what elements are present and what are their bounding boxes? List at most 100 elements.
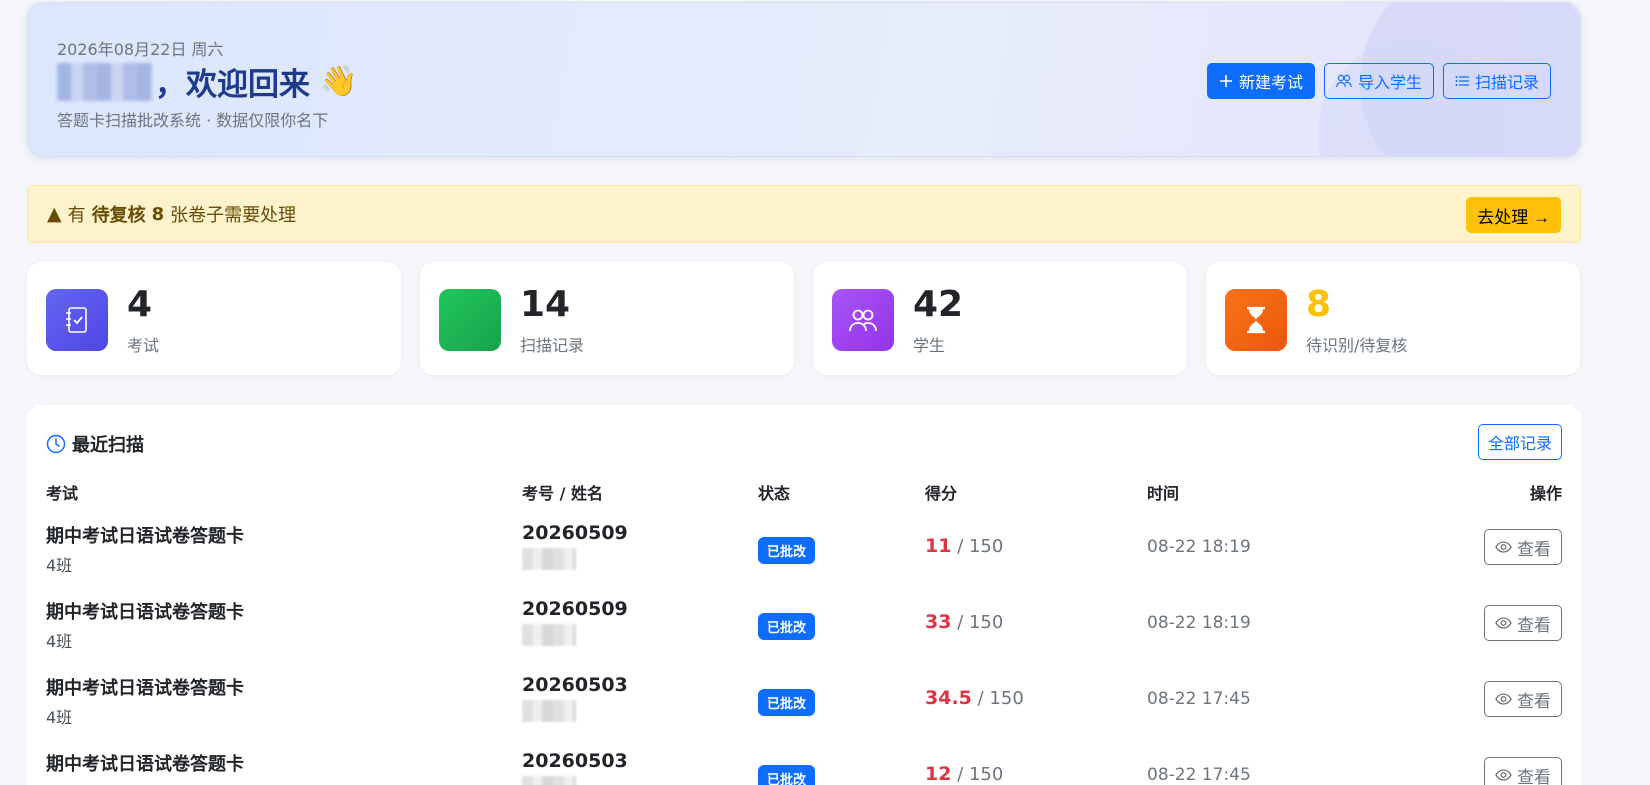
stat-value: 8 xyxy=(1306,284,1332,325)
view-button[interactable]: 查看 xyxy=(1484,681,1562,717)
score-value: 11 xyxy=(925,535,952,557)
pending-review-alert: ▲ 有 待复核 8 张卷子需要处理 去处理 → xyxy=(27,185,1581,243)
eye-icon xyxy=(1495,693,1512,705)
student-id: 20260503 xyxy=(522,674,628,696)
stat-label: 学生 xyxy=(913,336,946,355)
score: 12 / 150 xyxy=(925,763,1003,785)
recent-scans-title: 最近扫描 xyxy=(72,435,144,456)
score: 11 / 150 xyxy=(925,535,1003,557)
stat-card-pending[interactable]: 8 待识别/待复核 xyxy=(1206,262,1580,375)
list-icon xyxy=(1455,76,1469,86)
column-header-student: 考号 / 姓名 xyxy=(522,484,603,503)
table-row[interactable]: 期中考试日语试卷答题卡 4班 20260503 已批改 34.5 / 150 0… xyxy=(27,667,1581,743)
greeting-text: ，欢迎回来 xyxy=(155,67,310,103)
student-id: 20260509 xyxy=(522,522,628,544)
view-label: 查看 xyxy=(1517,767,1551,785)
student-id: 20260503 xyxy=(522,750,628,772)
status-badge: 已批改 xyxy=(758,689,816,716)
scan-icon xyxy=(439,289,501,351)
scan-time: 08-22 18:19 xyxy=(1147,613,1251,633)
scan-records-button[interactable]: 扫描记录 xyxy=(1442,63,1551,99)
warning-triangle-icon: ▲ xyxy=(47,203,62,225)
wave-emoji: 👋 xyxy=(320,64,358,99)
hourglass-icon xyxy=(1225,289,1287,351)
student-name-redacted xyxy=(522,624,576,646)
score: 33 / 150 xyxy=(925,611,1003,633)
welcome-subtitle: 答题卡扫描批改系统 · 数据仅限你名下 xyxy=(57,111,329,130)
column-header-score: 得分 xyxy=(925,484,958,503)
view-label: 查看 xyxy=(1517,691,1551,711)
stat-label: 待识别/待复核 xyxy=(1306,336,1408,355)
scan-time: 08-22 17:45 xyxy=(1147,765,1251,785)
status-badge: 已批改 xyxy=(758,765,816,785)
column-header-action: 操作 xyxy=(1529,484,1562,503)
stat-card-exams[interactable]: 4 考试 xyxy=(27,262,401,375)
alert-count: 8 xyxy=(151,203,165,225)
alert-prefix: 有 xyxy=(67,205,86,226)
exam-name: 期中考试日语试卷答题卡 xyxy=(46,526,244,547)
stat-card-students[interactable]: 42 学生 xyxy=(813,262,1187,375)
exam-class: 4班 xyxy=(46,556,73,575)
current-date: 2026年08月22日 周六 xyxy=(57,40,224,59)
plus-icon xyxy=(1219,75,1232,87)
people-icon xyxy=(1336,74,1352,88)
people-icon xyxy=(832,289,894,351)
welcome-title: ，欢迎回来 👋 xyxy=(57,59,357,104)
student-name-redacted xyxy=(522,700,576,722)
dashboard: 2026年08月22日 周六 ，欢迎回来 👋 答题卡扫描批改系统 · 数据仅限你… xyxy=(27,0,1581,785)
score-value: 12 xyxy=(925,763,952,785)
scan-time: 08-22 17:45 xyxy=(1147,689,1251,709)
view-button[interactable]: 查看 xyxy=(1484,529,1562,565)
handle-button[interactable]: 去处理 → xyxy=(1466,197,1561,233)
score-value: 34.5 xyxy=(925,687,972,709)
table-row[interactable]: 期中考试日语试卷答题卡 4班 20260509 已批改 33 / 150 08-… xyxy=(27,591,1581,667)
score-total: / 150 xyxy=(977,688,1024,709)
table-row[interactable]: 期中考试日语试卷答题卡 4班 20260503 已批改 12 / 150 08-… xyxy=(27,743,1581,785)
stat-card-scans[interactable]: 14 扫描记录 xyxy=(420,262,794,375)
stat-value: 42 xyxy=(913,284,964,325)
journal-check-icon xyxy=(46,289,108,351)
recent-scans-header: 最近扫描 xyxy=(46,431,144,457)
exam-class: 4班 xyxy=(46,780,244,785)
eye-icon xyxy=(1495,617,1512,629)
exam-name: 期中考试日语试卷答题卡 xyxy=(46,678,244,699)
alert-status: 待复核 xyxy=(91,205,146,226)
column-header-status: 状态 xyxy=(758,484,791,503)
exam-name: 期中考试日语试卷答题卡 xyxy=(46,754,244,775)
student-name-redacted xyxy=(522,776,576,785)
scan-records-label: 扫描记录 xyxy=(1474,75,1539,92)
view-label: 查看 xyxy=(1517,615,1551,635)
score-value: 33 xyxy=(925,611,952,633)
view-button[interactable]: 查看 xyxy=(1484,757,1562,785)
view-label: 查看 xyxy=(1517,539,1551,559)
status-badge: 已批改 xyxy=(758,537,816,564)
score-total: / 150 xyxy=(957,764,1004,785)
all-records-button[interactable]: 全部记录 xyxy=(1477,424,1562,460)
user-name-redacted xyxy=(57,62,153,101)
score-total: / 150 xyxy=(957,612,1004,633)
student-name-redacted xyxy=(522,548,576,570)
column-header-time: 时间 xyxy=(1147,484,1180,503)
view-button[interactable]: 查看 xyxy=(1484,605,1562,641)
eye-icon xyxy=(1495,769,1512,781)
new-exam-button[interactable]: 新建考试 xyxy=(1206,63,1315,99)
scan-time: 08-22 18:19 xyxy=(1147,537,1251,557)
import-students-label: 导入学生 xyxy=(1357,75,1422,92)
stat-value: 4 xyxy=(127,284,153,325)
column-header-exam: 考试 xyxy=(46,484,79,503)
table-row[interactable]: 期中考试日语试卷答题卡 4班 20260509 已批改 11 / 150 08-… xyxy=(27,515,1581,591)
score: 34.5 / 150 xyxy=(925,687,1024,709)
alert-suffix: 张卷子需要处理 xyxy=(170,205,297,226)
recent-scans-panel: 最近扫描 全部记录 考试 考号 / 姓名 状态 得分 时间 操作 期中考试日语试… xyxy=(27,405,1581,785)
stat-label: 考试 xyxy=(127,336,160,355)
score-total: / 150 xyxy=(957,536,1004,557)
status-badge: 已批改 xyxy=(758,613,816,640)
exam-class: 4班 xyxy=(46,708,73,727)
welcome-banner: 2026年08月22日 周六 ，欢迎回来 👋 答题卡扫描批改系统 · 数据仅限你… xyxy=(27,2,1581,157)
exam-name: 期中考试日语试卷答题卡 xyxy=(46,602,244,623)
import-students-button[interactable]: 导入学生 xyxy=(1323,63,1434,99)
hero-actions: 新建考试 导入学生 扫描记录 xyxy=(1206,63,1551,99)
new-exam-label: 新建考试 xyxy=(1238,75,1303,92)
stat-label: 扫描记录 xyxy=(520,336,585,355)
student-id: 20260509 xyxy=(522,598,628,620)
